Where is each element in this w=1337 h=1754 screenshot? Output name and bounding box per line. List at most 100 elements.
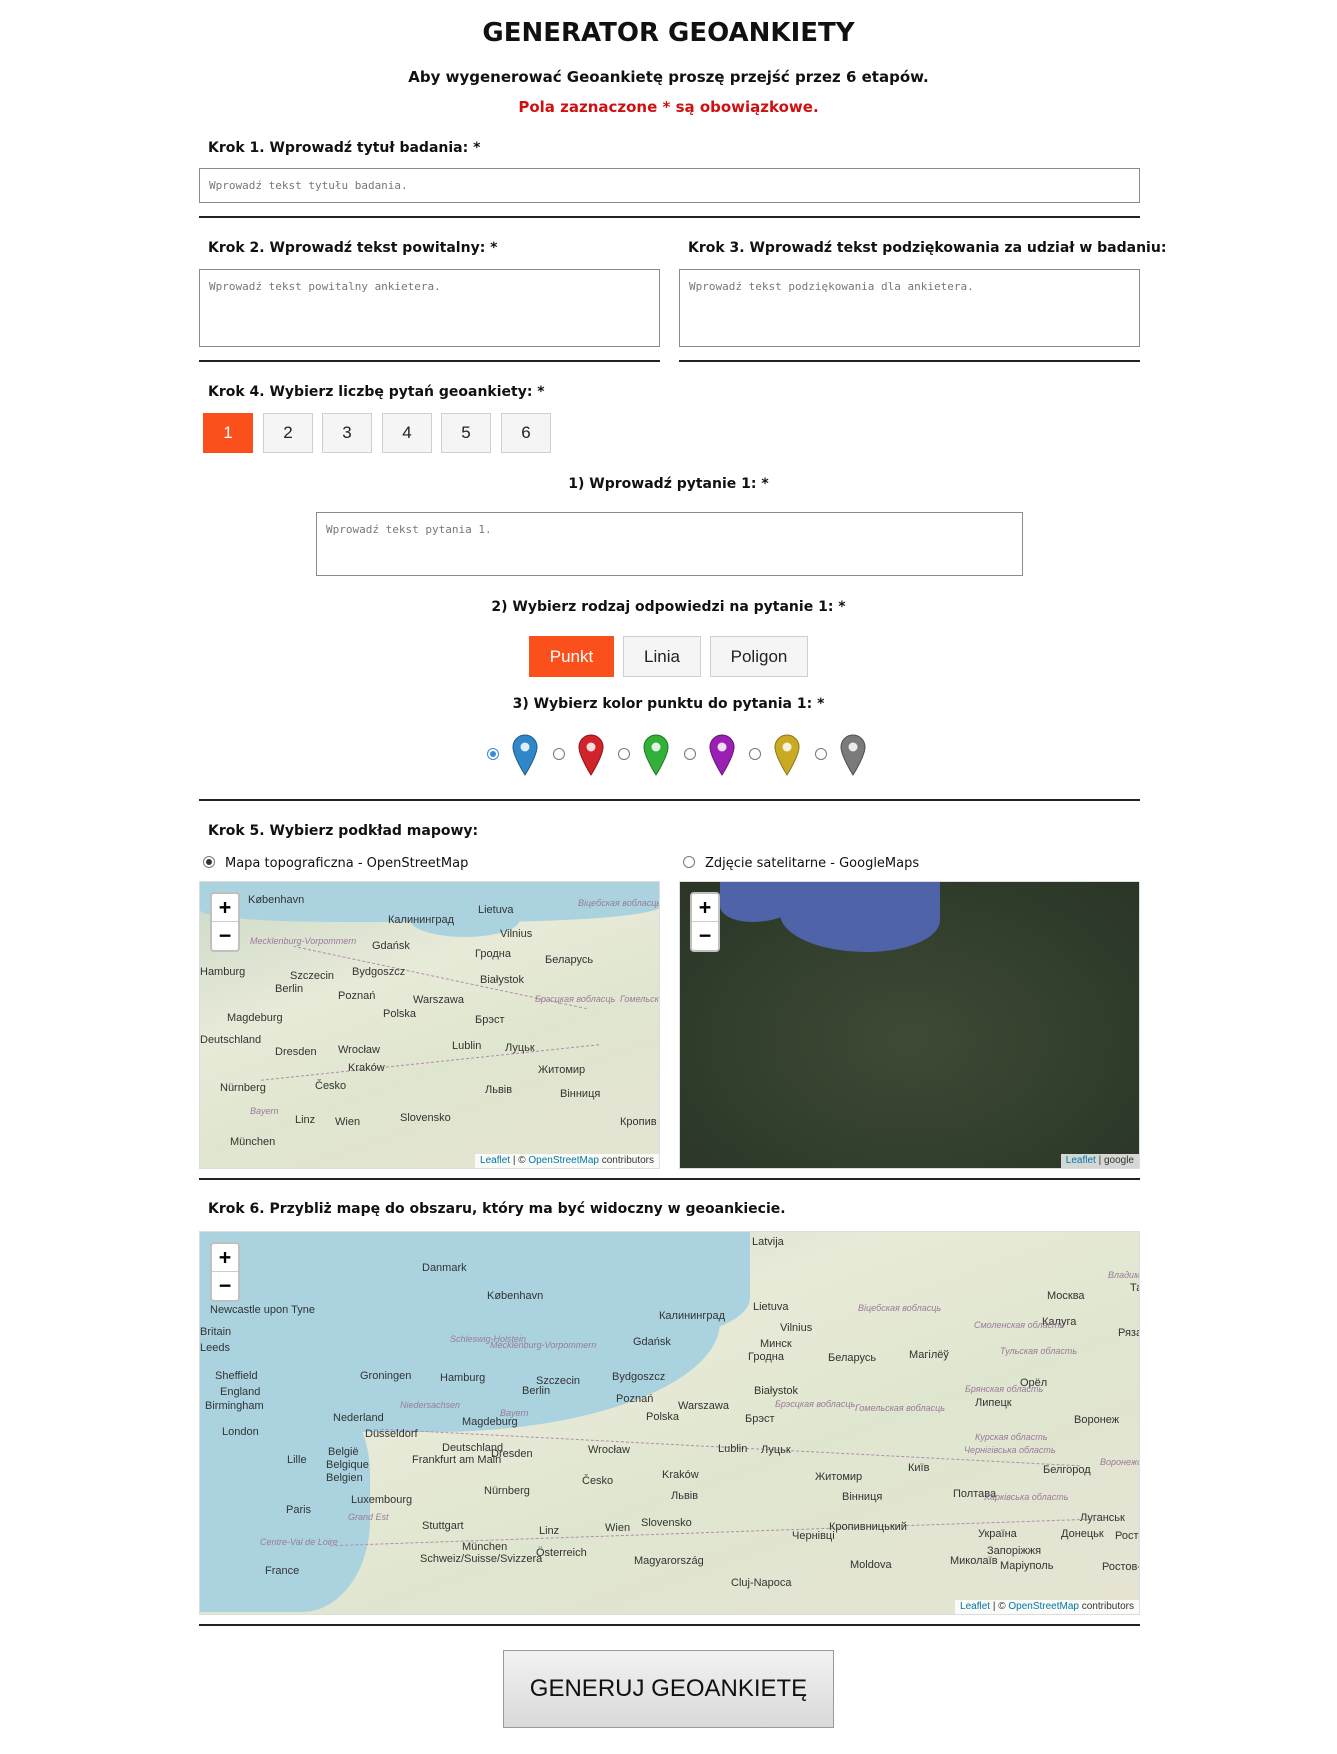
basemap-topo-radio[interactable] [203,856,215,868]
question-count-3-button[interactable]: 3 [322,413,372,453]
place-label: Cluj-Napoca [731,1577,792,1589]
satellite-preview-map[interactable]: + − Leaflet | google [679,881,1140,1169]
attribution-suffix: contributors [1078,1601,1134,1612]
step1-label: Krok 1. Wprowadź tytuł badania: * [208,140,481,156]
place-label: Гомельская вобласць [855,1403,945,1413]
marker-color-purple-radio[interactable] [684,748,696,760]
answer-type-point-button[interactable]: Punkt [529,636,614,677]
place-label: Birmingham [205,1400,264,1412]
zoom-out-button[interactable]: − [692,922,718,950]
basemap-topo-label[interactable]: Mapa topograficzna - OpenStreetMap [225,856,468,871]
place-label: Віцебская вобласць [858,1303,942,1313]
place-label: Vilnius [500,928,533,940]
place-label: Маріуполь [1000,1560,1054,1572]
extent-map[interactable]: + − Latvija Danmark København Lietuva Москва… [199,1231,1140,1615]
place-label: Луцьк [761,1444,791,1456]
generate-survey-button[interactable]: GENERUJ GEOANKIETĘ [503,1650,834,1728]
place-label: Linz [295,1114,316,1126]
place-label: Britain [200,1326,232,1338]
divider [199,1178,1140,1180]
place-label: Львів [485,1084,513,1096]
leaflet-link[interactable]: Leaflet [960,1601,990,1612]
place-label: München [462,1541,508,1553]
place-label: Калининград [659,1310,726,1322]
purple-marker-icon[interactable] [709,734,735,776]
place-label: Тульская область [1000,1346,1078,1356]
place-label: Česko [315,1080,347,1092]
marker-color-yellow-radio[interactable] [749,748,761,760]
place-label: Липецк [975,1397,1012,1409]
zoom-in-button[interactable]: + [692,894,718,922]
place-label: Berlin [522,1385,551,1397]
place-label: Berlin [275,983,304,995]
leaflet-link[interactable]: Leaflet [480,1155,510,1166]
place-label: Hamburg [200,966,246,978]
place-label: Danmark [422,1262,467,1274]
place-label: Moldova [850,1559,892,1571]
topo-zoom-control: + − [210,892,240,952]
question-count-1-button[interactable]: 1 [203,413,253,453]
place-label: Slovensko [400,1112,451,1124]
answer-type-label: 2) Wybierz rodzaj odpowiedzi na pytanie … [491,599,846,615]
place-label: Newcastle upon Tyne [210,1304,315,1316]
place-label: Воронеж [1074,1414,1120,1426]
place-label: Беларусь [545,954,594,966]
basemap-sat-label[interactable]: Zdjęcie satelitarne - GoogleMaps [705,856,919,871]
zoom-in-button[interactable]: + [212,1244,238,1272]
thanks-text-input[interactable]: Wprowadź tekst podziękowania dla ankiete… [679,269,1140,347]
answer-type-line-button[interactable]: Linia [623,636,701,677]
osm-link[interactable]: OpenStreetMap [1008,1601,1079,1612]
question1-label: 1) Wprowadź pytanie 1: * [568,476,769,492]
yellow-marker-icon[interactable] [774,734,800,776]
question-count-4-button[interactable]: 4 [382,413,432,453]
zoom-out-button[interactable]: − [212,922,238,950]
question-count-5-button[interactable]: 5 [441,413,491,453]
osm-link[interactable]: OpenStreetMap [528,1155,599,1166]
place-label: Гродна [475,948,511,960]
question1-input[interactable]: Wprowadź tekst pytania 1. [316,512,1023,576]
place-label: Dresden [491,1448,533,1460]
topo-preview-map[interactable]: + − København Калининград Lietuva Vilnius Gd… [199,881,660,1169]
place-label: Київ [908,1462,930,1474]
place-label: België [328,1446,359,1458]
place-label: Linz [539,1525,560,1537]
place-label: Nürnberg [220,1082,266,1094]
place-label: Житомир [815,1471,863,1483]
place-label: Bydgoszcz [352,966,406,978]
place-label: Кропивницький [829,1521,907,1533]
place-label: Dresden [275,1046,317,1058]
zoom-in-button[interactable]: + [212,894,238,922]
place-label: Воронежс область [1100,1457,1140,1467]
place-label: Гродна [748,1351,784,1363]
place-label: Смоленская область [974,1320,1065,1330]
leaflet-link[interactable]: Leaflet [1066,1155,1096,1166]
green-marker-icon[interactable] [643,734,669,776]
grey-marker-icon[interactable] [840,734,866,776]
marker-color-green-radio[interactable] [618,748,630,760]
answer-type-polygon-button[interactable]: Poligon [710,636,808,677]
place-label: Миколаїв [950,1555,998,1567]
place-label: Lietuva [478,904,514,916]
blue-marker-icon[interactable] [512,734,538,776]
place-label: Leeds [200,1342,230,1354]
marker-color-red-radio[interactable] [553,748,565,760]
place-label: Bydgoszcz [612,1371,666,1383]
question-count-2-button[interactable]: 2 [263,413,313,453]
page-subtitle: Aby wygenerować Geoankietę proszę przejś… [408,68,929,86]
red-marker-icon[interactable] [578,734,604,776]
question-count-6-button[interactable]: 6 [501,413,551,453]
sea-area [780,882,940,952]
survey-title-input[interactable]: Wprowadź tekst tytułu badania. [199,168,1140,203]
place-label: Gdańsk [372,940,410,952]
marker-color-blue-radio[interactable] [487,748,499,760]
place-label: Centre-Val de Loire [260,1537,338,1547]
place-label: Stuttgart [422,1520,464,1532]
zoom-out-button[interactable]: − [212,1272,238,1300]
welcome-text-input[interactable]: Wprowadź tekst powitalny ankietera. [199,269,660,347]
place-label: Брянская область [965,1384,1044,1394]
place-label: Wrocław [588,1444,630,1456]
place-label: Минск [760,1338,792,1350]
basemap-sat-radio[interactable] [683,856,695,868]
marker-color-grey-radio[interactable] [815,748,827,760]
place-label: Gdańsk [633,1336,671,1348]
